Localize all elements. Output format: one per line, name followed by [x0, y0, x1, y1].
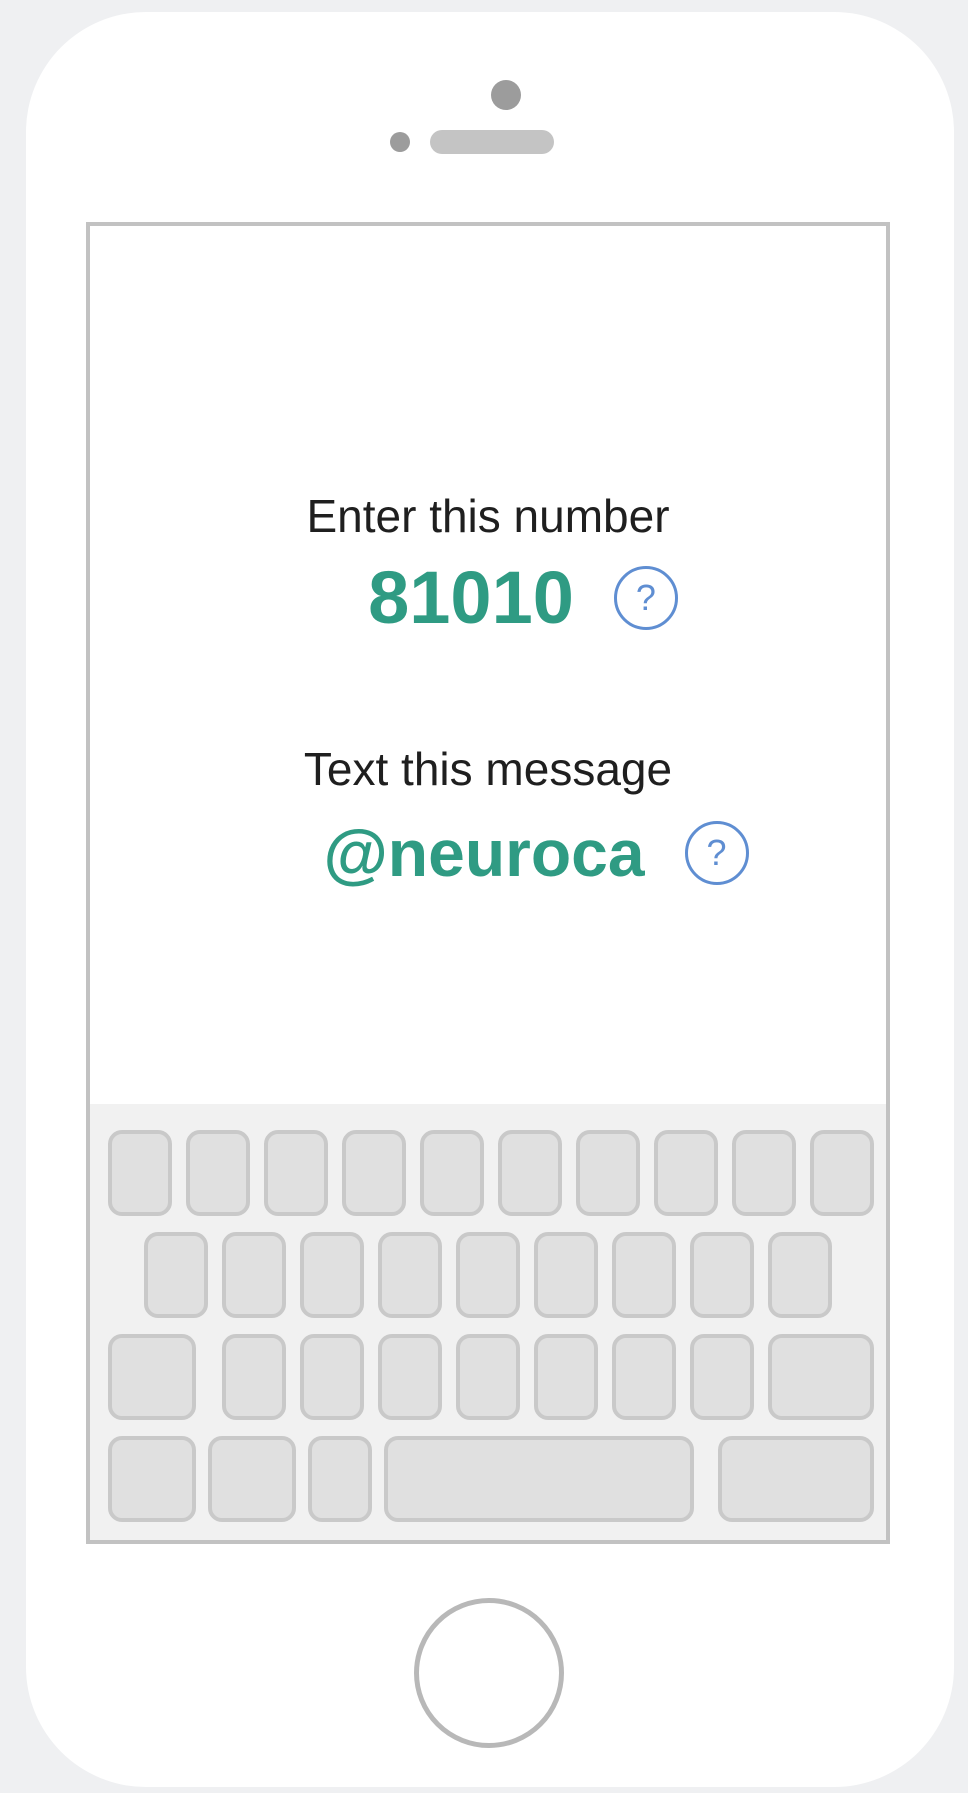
phone-screen: Enter this number 81010 ? Text this mess… — [86, 222, 890, 1544]
keyboard-key[interactable] — [264, 1130, 328, 1216]
backspace-key[interactable] — [768, 1334, 874, 1420]
keyboard-key[interactable] — [378, 1334, 442, 1420]
space-key[interactable] — [384, 1436, 694, 1522]
front-camera — [491, 80, 521, 110]
number-prompt: Enter this number 81010 ? — [90, 488, 886, 640]
shift-key[interactable] — [108, 1334, 196, 1420]
phone-frame: Enter this number 81010 ? Text this mess… — [26, 12, 954, 1787]
keyboard-key[interactable] — [144, 1232, 208, 1318]
keyboard-key[interactable] — [108, 1130, 172, 1216]
message-prompt: Text this message @neuroca ? — [90, 741, 886, 895]
keyboard-key[interactable] — [810, 1130, 874, 1216]
keyboard-key[interactable] — [768, 1232, 832, 1318]
proximity-sensor — [390, 132, 410, 152]
keyboard-key[interactable] — [222, 1232, 286, 1318]
keyboard-key[interactable] — [300, 1232, 364, 1318]
keyboard-key[interactable] — [732, 1130, 796, 1216]
message-help-icon[interactable]: ? — [684, 821, 749, 885]
keyboard-key[interactable] — [498, 1130, 562, 1216]
keyboard-key[interactable] — [612, 1232, 676, 1318]
number-prompt-label: Enter this number — [306, 490, 670, 542]
keyboard — [90, 1104, 886, 1540]
keyboard-key[interactable] — [690, 1334, 754, 1420]
message-keyword: @neuroca — [323, 816, 645, 890]
keyboard-key[interactable] — [534, 1334, 598, 1420]
keyboard-key[interactable] — [576, 1130, 640, 1216]
keyboard-key[interactable] — [456, 1232, 520, 1318]
keyboard-key[interactable] — [186, 1130, 250, 1216]
number-help-icon[interactable]: ? — [613, 566, 678, 630]
keyboard-key[interactable] — [456, 1334, 520, 1420]
keyboard-key[interactable] — [654, 1130, 718, 1216]
earpiece-speaker — [430, 130, 554, 154]
message-prompt-label: Text this message — [303, 743, 673, 795]
keyboard-key[interactable] — [378, 1232, 442, 1318]
keyboard-key[interactable] — [222, 1334, 286, 1420]
keyboard-key[interactable] — [534, 1232, 598, 1318]
keyboard-key[interactable] — [342, 1130, 406, 1216]
home-button[interactable] — [414, 1598, 564, 1748]
keyboard-key[interactable] — [612, 1334, 676, 1420]
keyboard-key[interactable] — [690, 1232, 754, 1318]
return-key[interactable] — [718, 1436, 874, 1522]
numbers-key[interactable] — [108, 1436, 196, 1522]
emoji-key[interactable] — [208, 1436, 296, 1522]
shortcode-number: 81010 — [368, 556, 574, 639]
mic-key[interactable] — [308, 1436, 372, 1522]
keyboard-key[interactable] — [300, 1334, 364, 1420]
keyboard-key[interactable] — [420, 1130, 484, 1216]
